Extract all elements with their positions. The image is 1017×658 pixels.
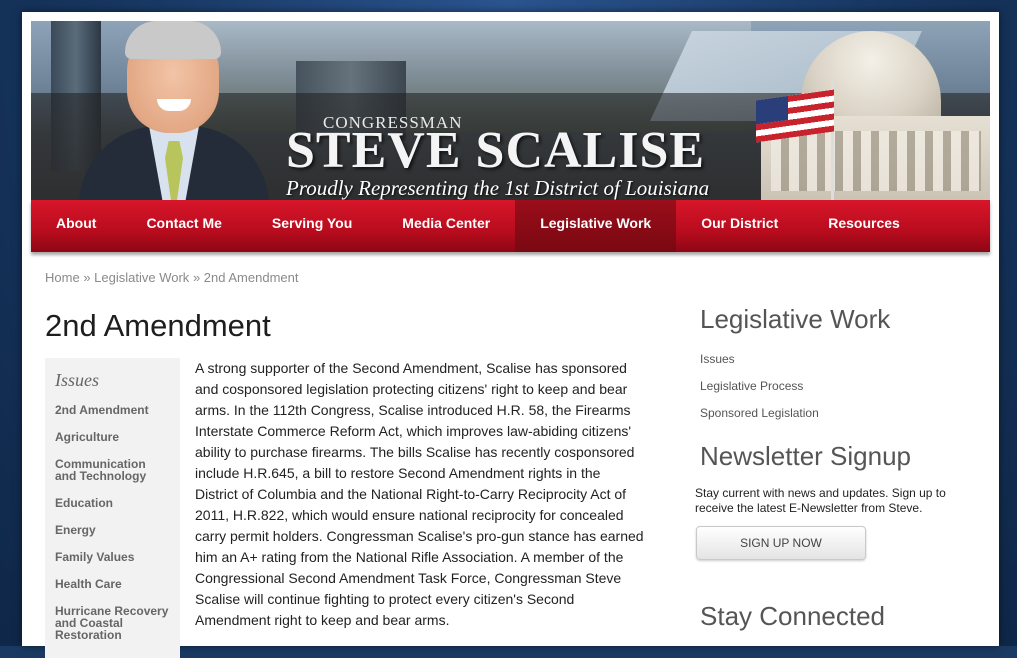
issue-link[interactable]: 2nd Amendment [55,404,175,416]
issues-heading: Issues [55,370,99,390]
nav-item-media-center[interactable]: Media Center [377,200,515,252]
sidebar-link-sponsored-legislation[interactable]: Sponsored Legislation [700,406,819,420]
nav-item-our-district[interactable]: Our District [676,200,803,252]
nav-item-about[interactable]: About [31,200,121,252]
breadcrumb: Home » Legislative Work » 2nd Amendment [45,270,298,285]
breadcrumb-home-link[interactable]: Home [45,270,80,285]
stay-connected-heading: Stay Connected [700,601,886,631]
issue-link[interactable]: Health Care [55,578,175,590]
nav-item-serving-you[interactable]: Serving You [247,200,377,252]
page-title: 2nd Amendment [45,308,271,343]
legislative-work-heading: Legislative Work [700,304,891,334]
congressman-portrait [79,21,269,209]
article-body: A strong supporter of the Second Amendme… [195,360,644,628]
issue-link[interactable]: Agriculture [55,431,175,443]
site-tagline: Proudly Representing the 1st District of… [286,176,710,200]
nav-item-resources[interactable]: Resources [803,200,925,252]
sidebar-link-issues[interactable]: Issues [700,352,735,366]
issue-link[interactable]: Energy [55,524,175,536]
main-nav: About Contact Me Serving You Media Cente… [31,200,990,252]
nav-item-legislative-work[interactable]: Legislative Work [515,200,677,252]
nav-item-contact-me[interactable]: Contact Me [121,200,246,252]
issue-link[interactable]: Education [55,497,175,509]
issue-link[interactable]: Family Values [55,551,175,563]
header-banner: CONGRESSMAN STEVE SCALISE Proudly Repres… [31,21,990,209]
issues-sidebar: Issues 2nd Amendment Agriculture Communi… [45,358,180,658]
breadcrumb-parent-link[interactable]: Legislative Work [94,270,189,285]
hair-shape [125,21,221,59]
issue-link[interactable]: Hurricane Recovery and Coastal Restorati… [55,605,173,641]
breadcrumb-current: 2nd Amendment [203,270,299,285]
sidebar-link-legislative-process[interactable]: Legislative Process [700,379,803,393]
breadcrumb-separator: » [192,270,201,285]
page-container: CONGRESSMAN STEVE SCALISE Proudly Repres… [22,12,999,658]
signup-button[interactable]: SIGN UP NOW [696,526,866,560]
capitol-columns-shape [771,131,981,191]
flag-canton [756,95,788,125]
site-title[interactable]: STEVE SCALISE [286,121,705,180]
newsletter-description: Stay current with news and updates. Sign… [695,486,946,515]
newsletter-heading: Newsletter Signup [700,441,911,471]
breadcrumb-separator: » [83,270,91,285]
issue-link[interactable]: Communication and Technology [55,458,155,482]
